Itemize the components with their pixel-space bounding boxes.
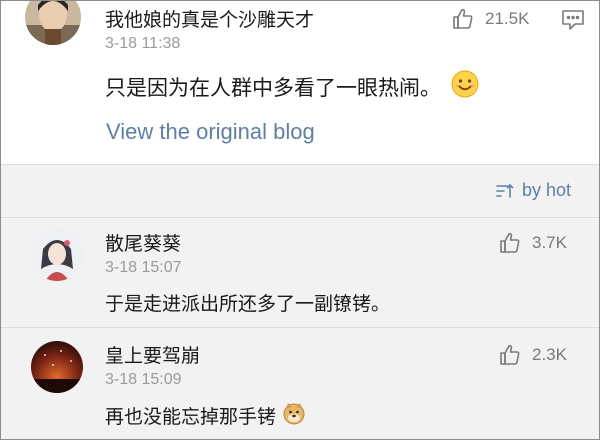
like-count: 2.3K [532, 345, 567, 364]
comment-text-content: 再也没能忘掉那手铐 [105, 406, 277, 428]
comment-screen: 我他娘的真是个沙雕天才 3-18 11:38 21.5K 只是因为在人群中多看了… [0, 0, 600, 440]
post-text-content: 只是因为在人群中多看了一眼热闹。 [105, 75, 441, 100]
doge-emoji-icon [282, 401, 306, 430]
comment-item: 散尾葵葵 3-18 15:07 3.7K 于是走进派出所还多了一副镣铐。 [1, 229, 599, 347]
sort-label: by hot [522, 180, 572, 200]
like-button[interactable]: 2.3K [498, 343, 567, 367]
sort-icon [496, 183, 514, 198]
like-count: 3.7K [532, 233, 567, 252]
like-button[interactable]: 3.7K [498, 231, 567, 255]
thumbs-up-icon [453, 8, 473, 29]
view-original-blog-link[interactable]: View the original blog [106, 119, 315, 145]
avatar[interactable] [31, 229, 83, 281]
comment-text: 再也没能忘掉那手铐 [105, 401, 306, 430]
thumbs-up-icon [500, 344, 520, 365]
divider [1, 217, 599, 218]
username[interactable]: 散尾葵葵 [105, 229, 181, 256]
timestamp: 3-18 15:07 [105, 259, 182, 276]
thumbs-up-icon [500, 232, 520, 253]
comment-text-content: 于是走进派出所还多了一副镣铐。 [105, 293, 391, 315]
sort-by-hot-button[interactable]: by hot [496, 180, 571, 201]
comment-icon[interactable] [561, 9, 585, 35]
comment-text: 于是走进派出所还多了一副镣铐。 [105, 289, 390, 316]
like-button[interactable]: 21.5K [451, 7, 529, 31]
like-count: 21.5K [485, 9, 530, 28]
post-text: 只是因为在人群中多看了一眼热闹。 [105, 70, 479, 103]
avatar[interactable] [25, 1, 81, 45]
smile-emoji-icon [451, 70, 479, 103]
divider [1, 327, 599, 328]
original-post: 我他娘的真是个沙雕天才 3-18 11:38 21.5K 只是因为在人群中多看了… [1, 1, 599, 165]
username[interactable]: 皇上要驾崩 [105, 341, 200, 368]
avatar[interactable] [31, 341, 83, 393]
timestamp: 3-18 11:38 [105, 35, 181, 52]
comment-item: 皇上要驾崩 3-18 15:09 2.3K 再也没能忘掉那手铐 [1, 341, 599, 439]
timestamp: 3-18 15:09 [105, 371, 182, 388]
username[interactable]: 我他娘的真是个沙雕天才 [105, 5, 314, 32]
